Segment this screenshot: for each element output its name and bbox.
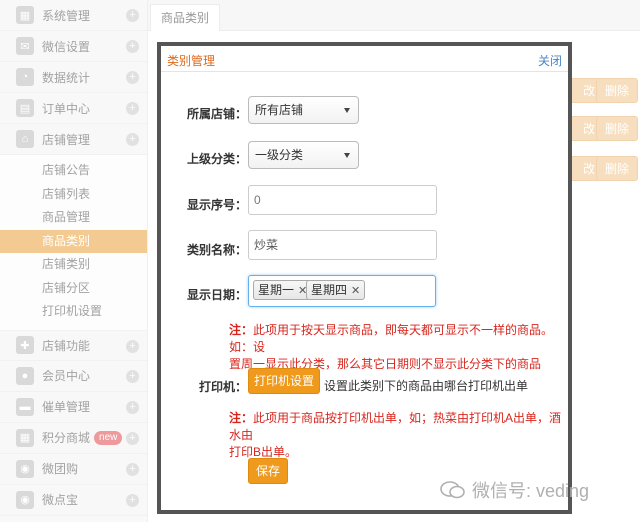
parent-category-label: 上级分类： [186,152,247,166]
note-text-line2: 打印B出单。 [229,445,298,459]
modal-header: 类别管理 关闭 [161,46,568,72]
shop-select-value: 所有店铺 [255,103,304,117]
printer-label: 打印机： [198,380,247,394]
parent-category-value: 一级分类 [255,148,304,162]
note-text-line1: 此项用于商品按打印机出单，如；热菜由打印机A出单，酒水由 [229,411,562,442]
chevron-down-icon [344,108,350,113]
shop-label: 所属店铺： [186,107,247,121]
shop-select[interactable]: 所有店铺 [248,96,359,124]
date-chip-label: 星期一 [258,283,295,297]
note-prefix: 注： [229,323,254,337]
printer-note: 注：此项用于商品按打印机出单，如；热菜由打印机A出单，酒水由 打印B出单。 [229,410,569,461]
date-note: 注：此项用于按天显示商品，即每天都可显示不一样的商品。如：设 置周一显示此分类，… [229,322,569,373]
wechat-icon [440,481,465,499]
category-name-label: 类别名称： [186,243,247,257]
printer-description: 设置此类别下的商品由哪台打印机出单 [324,379,529,393]
note-prefix: 注： [229,411,254,425]
modal-title: 类别管理 [167,54,216,68]
category-name-input[interactable]: 炒菜 [248,230,437,260]
display-order-input[interactable]: 0 [248,185,437,215]
display-date-multiselect[interactable]: 星期一 ✕ 星期四 ✕ [248,275,436,307]
parent-category-select[interactable]: 一级分类 [248,141,359,169]
watermark-text: 微信号: veding [472,481,590,501]
category-modal: 类别管理 关闭 所属店铺： 所有店铺 上级分类： 一级分类 显示序号： 0 类别… [157,42,572,514]
printer-settings-button[interactable]: 打印机设置 [248,368,320,394]
note-text-line1: 此项用于按天显示商品，即每天都可显示不一样的商品。如：设 [229,323,554,354]
display-order-label: 显示序号： [186,198,247,212]
close-link[interactable]: 关闭 [538,52,562,69]
date-chip-label: 星期四 [311,283,348,297]
display-date-label: 显示日期： [186,288,247,302]
save-button[interactable]: 保存 [248,458,288,484]
chevron-down-icon [344,153,350,158]
date-chip[interactable]: 星期四 ✕ [306,280,366,300]
close-icon[interactable]: ✕ [351,285,360,297]
date-chip[interactable]: 星期一 ✕ [253,280,313,300]
watermark: 微信号: veding [440,477,589,503]
